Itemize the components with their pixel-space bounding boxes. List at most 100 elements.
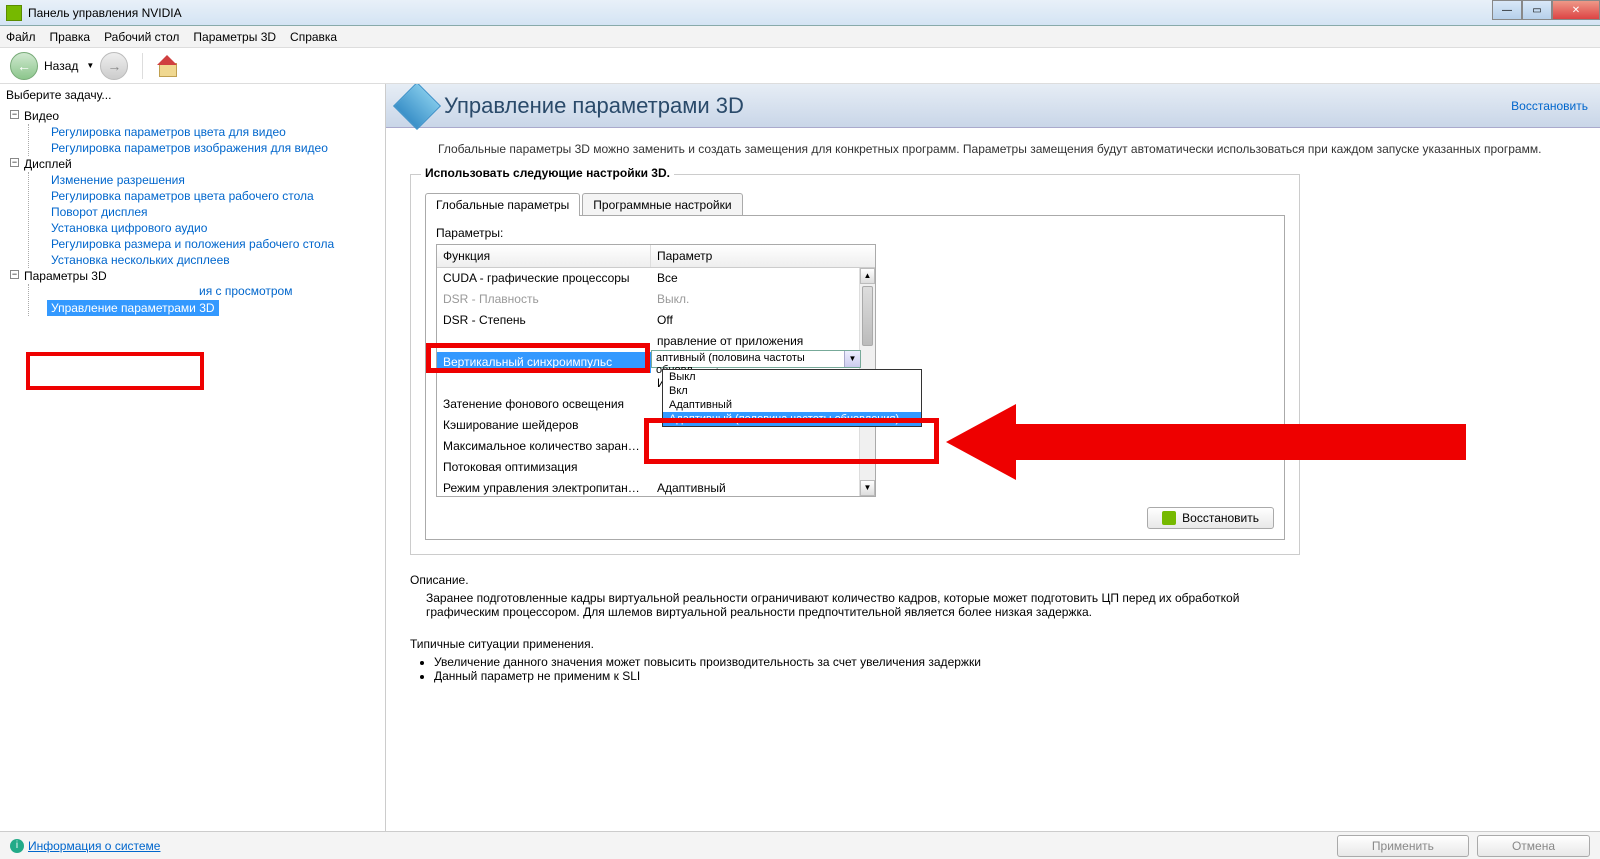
tree-leaf-video-image[interactable]: Регулировка параметров изображения для в…	[47, 140, 385, 156]
tree-node-params3d: − Параметры 3D x ия с просмотром Управле…	[10, 268, 385, 316]
tree-leaf-manage-3d[interactable]: Управление параметрами 3D	[47, 300, 219, 316]
settings-tabs: Глобальные параметры Программные настрой…	[425, 193, 1285, 216]
cancel-button[interactable]: Отмена	[1477, 835, 1590, 857]
params-header: Функция Параметр	[437, 245, 875, 268]
vsync-option-adaptive-half[interactable]: Адаптивный (половина частоты обновления)	[663, 412, 921, 426]
menu-help[interactable]: Справка	[290, 30, 337, 44]
params-cell-function: Режим управления электропитанием	[437, 478, 651, 496]
params-row[interactable]: Режим управления электропитаниемАдаптивн…	[437, 478, 875, 496]
restore-defaults-link[interactable]: Восстановить	[1511, 99, 1588, 113]
tab-global[interactable]: Глобальные параметры	[425, 193, 580, 216]
params-cell-function: Максимальное количество заранее под...	[437, 436, 651, 457]
params-cell-function: Потоковая оптимизация	[437, 457, 651, 478]
maximize-button[interactable]: ▭	[1522, 0, 1552, 20]
scroll-thumb[interactable]	[862, 286, 873, 346]
menu-desktop[interactable]: Рабочий стол	[104, 30, 179, 44]
params-cell-value: Выкл.	[651, 289, 875, 310]
params-cell-value	[651, 457, 875, 478]
header-3d-icon	[393, 84, 441, 130]
intro-text: Глобальные параметры 3D можно заменить и…	[386, 128, 1600, 166]
scroll-down-button[interactable]: ▼	[860, 480, 875, 496]
tree-node-display: − Дисплей Изменение разрешения Регулиров…	[10, 156, 385, 268]
system-info-link[interactable]: Информация о системе	[28, 839, 160, 853]
tree-title: Выберите задачу...	[0, 84, 385, 106]
status-bar: i Информация о системе Применить Отмена	[0, 831, 1600, 859]
annotation-red-box-tree	[26, 352, 204, 390]
tree-leaf-digital-audio[interactable]: Установка цифрового аудио	[47, 220, 385, 236]
restore-button[interactable]: Восстановить	[1147, 507, 1274, 529]
params-cell-value: Off	[651, 310, 875, 331]
params-cell-value: правление от приложения	[651, 331, 875, 352]
close-button[interactable]: ✕	[1552, 0, 1600, 20]
params-cell-function: Кэширование шейдеров	[437, 415, 651, 436]
nav-back-button[interactable]: ←	[10, 52, 38, 80]
tree-leaf-rotate[interactable]: Поворот дисплея	[47, 204, 385, 220]
tree-leaf-resolution[interactable]: Изменение разрешения	[47, 172, 385, 188]
tree-toggle-display[interactable]: −	[10, 158, 19, 167]
menu-file[interactable]: Файл	[6, 30, 36, 44]
tab-program[interactable]: Программные настройки	[582, 193, 742, 216]
tree-leaf-desktop-color[interactable]: Регулировка параметров цвета рабочего ст…	[47, 188, 385, 204]
typical-bullet-2: Данный параметр не применим к SLI	[434, 669, 1300, 683]
tree-toggle-video[interactable]: −	[10, 110, 19, 119]
col-header-parameter[interactable]: Параметр	[651, 245, 875, 267]
params-cell-function	[437, 373, 651, 394]
params-row[interactable]: CUDA - графические процессорыВсе	[437, 268, 875, 289]
nav-forward-button[interactable]: →	[100, 52, 128, 80]
tree-leaf-size-position[interactable]: Регулировка размера и положения рабочего…	[47, 236, 385, 252]
menu-params3d[interactable]: Параметры 3D	[193, 30, 276, 44]
vsync-option-adaptive[interactable]: Адаптивный	[663, 398, 921, 412]
menu-edit[interactable]: Правка	[50, 30, 91, 44]
window-title: Панель управления NVIDIA	[28, 6, 182, 20]
content-header: Управление параметрами 3D Восстановить	[386, 84, 1600, 128]
tree-leaf-multi-display[interactable]: Установка нескольких дисплеев	[47, 252, 385, 268]
params-cell-value: Все	[651, 268, 875, 289]
tree-leaf-video-color[interactable]: Регулировка параметров цвета для видео	[47, 124, 385, 140]
nav-toolbar: ← Назад ▼ →	[0, 48, 1600, 84]
params-cell-function: CUDA - графические процессоры	[437, 268, 651, 289]
params-label: Параметры:	[436, 226, 1274, 240]
scroll-up-button[interactable]: ▲	[860, 268, 875, 284]
dropdown-arrow-icon[interactable]: ▼	[844, 351, 860, 367]
params-row[interactable]: правление от приложения	[437, 331, 875, 352]
group-title: Использовать следующие настройки 3D.	[421, 166, 674, 180]
home-icon[interactable]	[157, 57, 177, 75]
params-cell-function: Вертикальный синхроимпульс	[437, 352, 651, 373]
params-row[interactable]: DSR - СтепеньOff	[437, 310, 875, 331]
vsync-option-off[interactable]: Выкл	[663, 370, 921, 384]
tree-leaf-partial[interactable]: ия с просмотром	[199, 284, 292, 298]
params-cell-function	[437, 331, 651, 352]
nav-back-label[interactable]: Назад	[44, 59, 78, 73]
params-row[interactable]: Потоковая оптимизация	[437, 457, 875, 478]
tree-toggle-params3d[interactable]: −	[10, 270, 19, 279]
tree-label-display[interactable]: Дисплей	[24, 156, 385, 172]
params-row[interactable]: DSR - ПлавностьВыкл.	[437, 289, 875, 310]
tree-label-params3d[interactable]: Параметры 3D	[24, 268, 385, 284]
vsync-option-on[interactable]: Вкл	[663, 384, 921, 398]
titlebar: Панель управления NVIDIA — ▭ ✕	[0, 0, 1600, 26]
info-icon: i	[10, 839, 24, 853]
col-header-function[interactable]: Функция	[437, 245, 651, 267]
tree-node-video: − Видео Регулировка параметров цвета для…	[10, 108, 385, 156]
tab-panel-global: Параметры: Функция Параметр CUDA - графи…	[425, 215, 1285, 540]
apply-button[interactable]: Применить	[1337, 835, 1469, 857]
vsync-dropdown-list[interactable]: Выкл Вкл Адаптивный Адаптивный (половина…	[662, 369, 922, 427]
vsync-dropdown-cell[interactable]: аптивный (половина частоты обновл ▼	[651, 350, 861, 368]
menubar: Файл Правка Рабочий стол Параметры 3D Сп…	[0, 26, 1600, 48]
tree-label-video[interactable]: Видео	[24, 108, 385, 124]
params-cell-function: Затенение фонового освещения	[437, 394, 651, 415]
task-tree-pane: Выберите задачу... − Видео Регулировка п…	[0, 84, 386, 831]
description-block: Описание. Заранее подготовленные кадры в…	[410, 573, 1300, 683]
content-pane: Управление параметрами 3D Восстановить Г…	[386, 84, 1600, 831]
nvidia-logo-icon	[1162, 511, 1176, 525]
window-buttons: — ▭ ✕	[1492, 0, 1600, 20]
settings-group: Использовать следующие настройки 3D. Гло…	[410, 174, 1300, 555]
nav-back-dropdown[interactable]: ▼	[86, 61, 94, 70]
params-row[interactable]: Максимальное количество заранее под...	[437, 436, 875, 457]
description-title: Описание.	[410, 573, 1300, 587]
params-cell-value	[651, 436, 875, 457]
nvidia-app-icon	[6, 5, 22, 21]
minimize-button[interactable]: —	[1492, 0, 1522, 20]
description-body: Заранее подготовленные кадры виртуальной…	[410, 591, 1300, 619]
restore-button-label: Восстановить	[1182, 511, 1259, 525]
